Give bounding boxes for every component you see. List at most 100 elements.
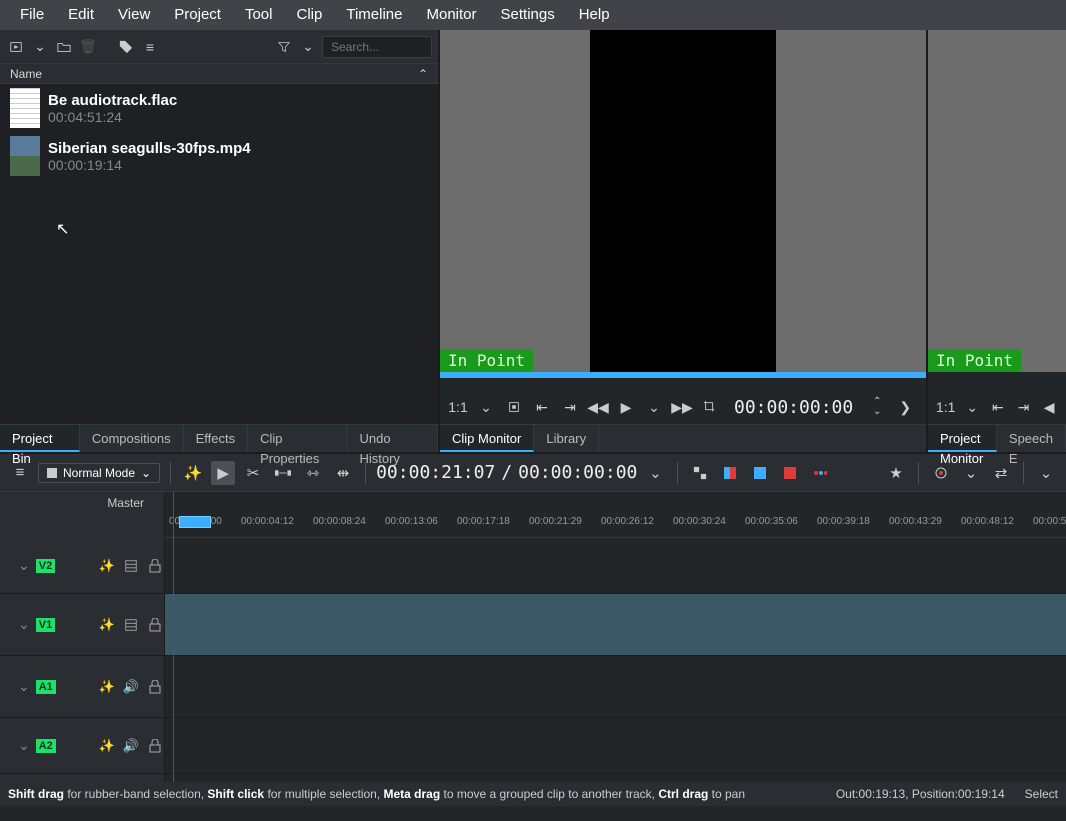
lock-icon[interactable] (146, 678, 164, 696)
bin-header[interactable]: Name ⌃ (0, 64, 438, 84)
tab-project-monitor[interactable]: Project Monitor (928, 425, 997, 452)
menu-clip[interactable]: Clip (285, 0, 335, 30)
lock-icon[interactable] (146, 616, 164, 634)
mark-in-icon[interactable]: ⇤ (532, 397, 552, 417)
tab-project-bin[interactable]: Project Bin (0, 425, 80, 452)
play-icon[interactable]: ▶ (616, 397, 636, 417)
chevron-down-icon[interactable]: ⌄ (643, 461, 667, 485)
snap-on-icon[interactable] (718, 461, 742, 485)
spacer-tool-icon[interactable] (271, 461, 295, 485)
chevron-down-icon[interactable]: ⌄ (476, 397, 496, 417)
slip-tool-icon[interactable]: ⇿ (301, 461, 325, 485)
search-input[interactable] (322, 36, 432, 58)
chevron-down-icon[interactable]: ⌄ (18, 678, 30, 695)
mark-out-icon[interactable]: ⇥ (1015, 397, 1033, 417)
hamburger-icon[interactable]: ≡ (140, 37, 160, 57)
tab-undo-history[interactable]: Undo History (347, 425, 438, 452)
chevron-down-icon[interactable]: ⌄ (18, 616, 30, 633)
spinner-icon[interactable]: ⌃⌄ (867, 397, 887, 417)
track-settings-icon[interactable]: ≡ (8, 461, 32, 485)
scale-label[interactable]: 1:1 (936, 397, 955, 417)
lock-icon[interactable] (146, 557, 164, 575)
scale-label[interactable]: 1:1 (448, 397, 468, 417)
effects-icon[interactable]: ✨ (98, 616, 116, 634)
magic-wand-icon[interactable]: ✨ (181, 461, 205, 485)
timeline-zone-indicator[interactable] (179, 516, 211, 528)
rewind-icon[interactable]: ◀◀ (588, 397, 608, 417)
snap-red-icon[interactable] (778, 461, 802, 485)
toolbar-overflow-icon[interactable]: ⌄ (1034, 461, 1058, 485)
razor-tool-icon[interactable]: ✂ (241, 461, 265, 485)
tab-library[interactable]: Library (534, 425, 599, 452)
speaker-icon[interactable]: 🔊 (122, 737, 140, 755)
tab-speech-editor[interactable]: Speech E (997, 425, 1066, 452)
tab-clip-monitor[interactable]: Clip Monitor (440, 425, 534, 452)
zone-in-icon[interactable] (504, 397, 524, 417)
mixer-icon[interactable] (688, 461, 712, 485)
tab-effects[interactable]: Effects (184, 425, 249, 452)
rewind-icon[interactable]: ◀ (1040, 397, 1058, 417)
duration-timecode[interactable]: 00:00:00:00 (518, 462, 637, 483)
tab-clip-properties[interactable]: Clip Properties (248, 425, 347, 452)
status-select-tool[interactable]: Select (1025, 787, 1058, 801)
track-lane-a2[interactable] (165, 718, 1066, 774)
favorite-icon[interactable]: ★ (884, 461, 908, 485)
select-tool-icon[interactable]: ▶ (211, 461, 235, 485)
timecode[interactable]: 00:00:00:00 (734, 397, 853, 418)
menu-settings[interactable]: Settings (489, 0, 567, 30)
crop-icon[interactable] (700, 397, 720, 417)
track-header-v2[interactable]: ⌄ V2 ✨ (0, 538, 164, 594)
chevron-down-icon[interactable]: ⌄ (18, 737, 30, 754)
edit-mode-select[interactable]: Normal Mode ⌄ (38, 463, 160, 483)
track-header-v1[interactable]: ⌄ V1 ✨ (0, 594, 164, 656)
speaker-icon[interactable]: 🔊 (122, 678, 140, 696)
bin-item[interactable]: Siberian seagulls-30fps.mp4 00:00:19:14 (0, 132, 438, 180)
tab-compositions[interactable]: Compositions (80, 425, 184, 452)
snap-point-icon[interactable] (748, 461, 772, 485)
project-monitor-view[interactable]: In Point (928, 30, 1066, 372)
lock-icon[interactable] (146, 737, 164, 755)
menu-edit[interactable]: Edit (56, 0, 106, 30)
effects-icon[interactable]: ✨ (98, 737, 116, 755)
track-header-a1[interactable]: ⌄ A1 ✨ 🔊 (0, 656, 164, 718)
clip-monitor-view[interactable]: In Point (440, 30, 926, 372)
chevron-down-icon[interactable]: ⌄ (18, 557, 30, 574)
snap-dots-icon[interactable] (808, 461, 832, 485)
bin-item[interactable]: Be audiotrack.flac 00:04:51:24 (0, 84, 438, 132)
track-lane-a1[interactable] (165, 656, 1066, 718)
film-icon[interactable] (122, 557, 140, 575)
track-header-a2[interactable]: ⌄ A2 ✨ 🔊 (0, 718, 164, 774)
film-icon[interactable] (122, 616, 140, 634)
mark-out-icon[interactable]: ⇥ (560, 397, 580, 417)
playhead[interactable] (173, 492, 174, 782)
timeline-body[interactable]: 00:00:00:00 00:00:04:12 00:00:08:24 00:0… (165, 492, 1066, 782)
menu-file[interactable]: File (8, 0, 56, 30)
chevron-right-icon[interactable]: ❯ (895, 397, 915, 417)
chevron-down-icon[interactable]: ⌄ (298, 37, 318, 57)
sort-icon[interactable]: ⌃ (418, 67, 428, 81)
tag-icon[interactable] (116, 37, 136, 57)
timeline-ruler[interactable]: 00:00:00:00 00:00:04:12 00:00:08:24 00:0… (165, 514, 1066, 538)
menu-monitor[interactable]: Monitor (414, 0, 488, 30)
menu-timeline[interactable]: Timeline (334, 0, 414, 30)
folder-icon[interactable] (54, 37, 74, 57)
clip-monitor-ruler[interactable] (440, 372, 926, 390)
master-label[interactable]: Master (0, 492, 164, 514)
track-lane-v2[interactable] (165, 538, 1066, 594)
effects-icon[interactable]: ✨ (98, 557, 116, 575)
menu-help[interactable]: Help (567, 0, 622, 30)
menu-view[interactable]: View (106, 0, 162, 30)
chevron-down-icon[interactable]: ⌄ (30, 37, 50, 57)
mark-in-icon[interactable]: ⇤ (989, 397, 1007, 417)
delete-icon[interactable]: 🗑 (78, 37, 98, 57)
project-monitor-ruler[interactable] (928, 372, 1066, 390)
position-timecode[interactable]: 00:00:21:07 (376, 462, 495, 483)
chevron-down-icon[interactable]: ⌄ (963, 397, 981, 417)
menu-project[interactable]: Project (162, 0, 233, 30)
chevron-down-icon[interactable]: ⌄ (644, 397, 664, 417)
ripple-tool-icon[interactable]: ⇹ (331, 461, 355, 485)
add-clip-icon[interactable] (6, 37, 26, 57)
forward-icon[interactable]: ▶▶ (672, 397, 692, 417)
filter-icon[interactable] (274, 37, 294, 57)
track-lane-v1[interactable] (165, 594, 1066, 656)
